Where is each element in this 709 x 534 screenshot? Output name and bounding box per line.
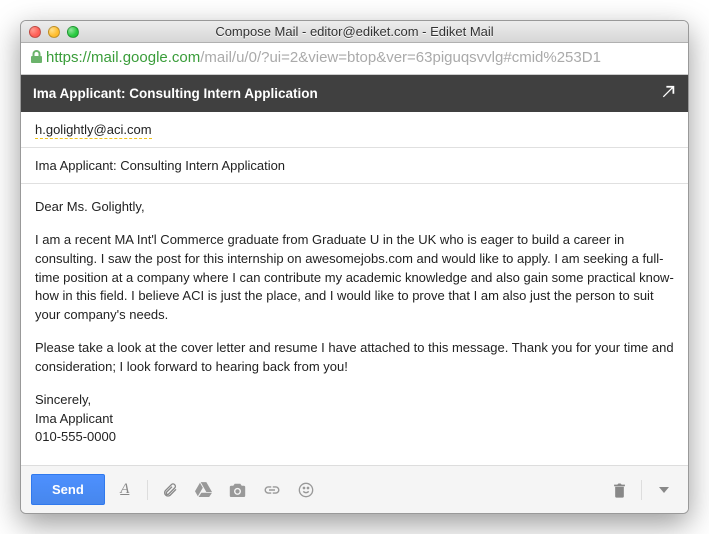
window-controls [29,26,79,38]
address-bar[interactable]: https://mail.google.com/mail/u/0/?ui=2&v… [21,43,688,75]
lock-icon [31,50,42,66]
titlebar: Compose Mail - editor@ediket.com - Edike… [21,21,688,43]
compose-window: Compose Mail - editor@ediket.com - Edike… [20,20,689,514]
separator [641,480,642,500]
insert-drive-icon[interactable] [190,476,218,504]
compose-header-title: Ima Applicant: Consulting Intern Applica… [33,86,318,101]
minimize-button[interactable] [48,26,60,38]
window-title: Compose Mail - editor@ediket.com - Edike… [29,24,680,39]
url-host: mail.google.com [91,49,200,66]
body-signature: Sincerely, Ima Applicant 010-555-0000 [35,391,674,448]
url-path: /mail/u/0/?ui=2&view=btop&ver=63piguqsvv… [200,49,601,66]
to-field[interactable]: h.golightly@aci.com [21,112,688,148]
recipient-address: h.golightly@aci.com [35,122,152,139]
insert-emoji-icon[interactable] [292,476,320,504]
url-scheme: https:// [46,49,91,66]
compose-header: Ima Applicant: Consulting Intern Applica… [21,75,688,112]
send-button[interactable]: Send [31,474,105,505]
subject-field[interactable]: Ima Applicant: Consulting Intern Applica… [21,148,688,184]
attach-file-icon[interactable] [156,476,184,504]
insert-link-icon[interactable] [258,476,286,504]
insert-photo-icon[interactable] [224,476,252,504]
body-greeting: Dear Ms. Golightly, [35,198,674,217]
close-button[interactable] [29,26,41,38]
discard-draft-icon[interactable] [605,476,633,504]
compose-toolbar: Send A [21,465,688,513]
body-paragraph-2: Please take a look at the cover letter a… [35,339,674,377]
zoom-button[interactable] [67,26,79,38]
popout-icon[interactable] [662,85,676,102]
separator [147,480,148,500]
more-options-icon[interactable] [650,476,678,504]
message-body[interactable]: Dear Ms. Golightly, I am a recent MA Int… [21,184,688,465]
subject-text: Ima Applicant: Consulting Intern Applica… [35,158,285,173]
format-text-icon[interactable]: A [111,476,139,504]
body-paragraph-1: I am a recent MA Int'l Commerce graduate… [35,231,674,325]
